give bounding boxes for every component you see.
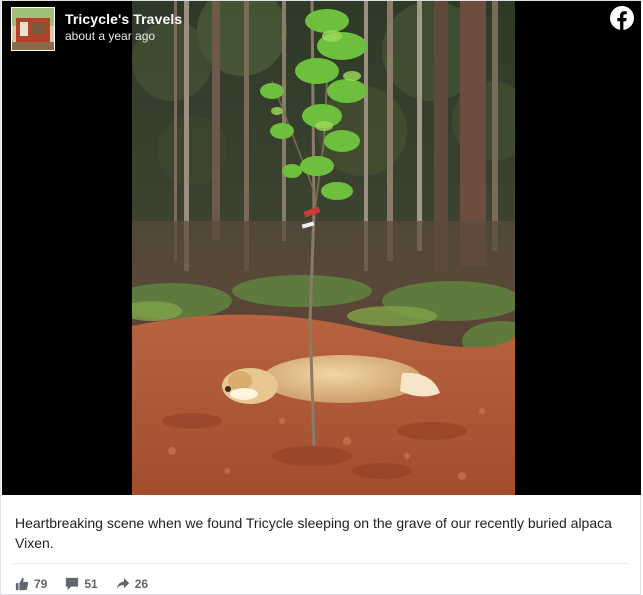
post-timestamp[interactable]: about a year ago xyxy=(65,29,155,43)
thumbs-up-icon xyxy=(15,577,34,591)
share-count-button[interactable]: 26 xyxy=(116,577,148,591)
like-count-button[interactable]: 79 xyxy=(15,577,47,591)
post-stats-bar: 79 51 26 xyxy=(15,575,166,593)
page-avatar[interactable] xyxy=(11,7,55,51)
facebook-logo-icon[interactable] xyxy=(610,6,634,30)
photo-dog-on-grave xyxy=(132,1,515,495)
share-arrow-icon xyxy=(116,577,135,591)
page-name[interactable]: Tricycle's Travels xyxy=(65,11,182,27)
avatar-image xyxy=(12,8,54,50)
comment-icon xyxy=(65,577,84,591)
post-caption: Heartbreaking scene when we found Tricyc… xyxy=(15,515,612,551)
post-header: Tricycle's Travels about a year ago xyxy=(2,1,641,61)
comment-count-button[interactable]: 51 xyxy=(65,577,98,591)
comment-count: 51 xyxy=(84,577,98,591)
like-count: 79 xyxy=(34,577,48,591)
divider xyxy=(13,563,628,564)
post-photo[interactable] xyxy=(132,1,515,495)
embedded-facebook-post: Tricycle's Travels about a year ago Hear… xyxy=(0,0,641,595)
post-media[interactable]: Tricycle's Travels about a year ago xyxy=(2,1,641,495)
share-count: 26 xyxy=(134,577,149,591)
